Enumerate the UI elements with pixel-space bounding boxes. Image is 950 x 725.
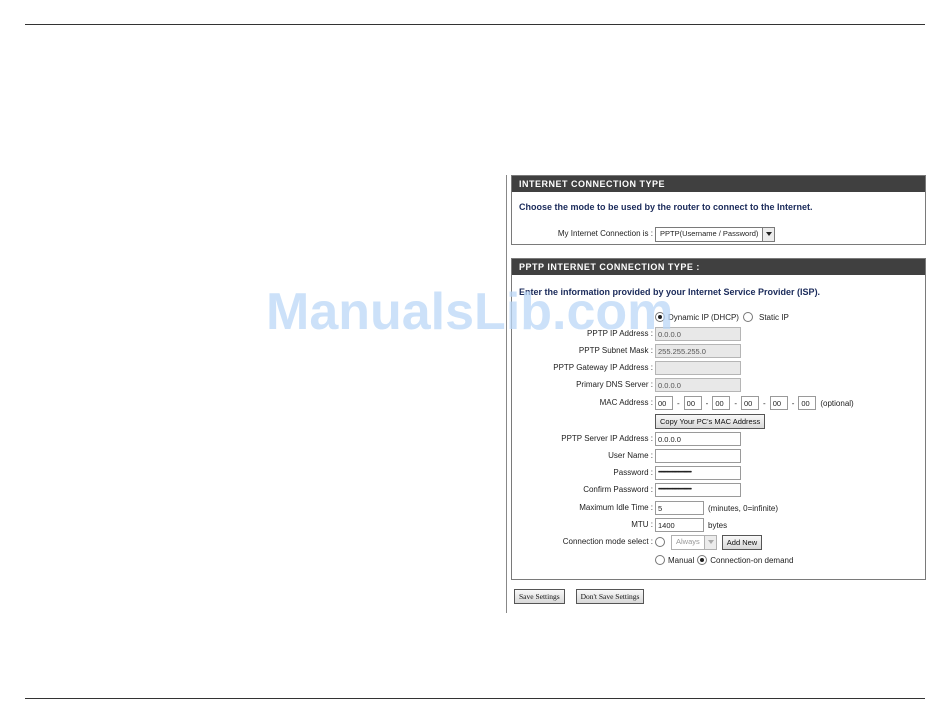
connection-type-select[interactable]: PPTP(Username / Password) <box>655 226 776 242</box>
mac-address-label: MAC Address : <box>599 398 653 407</box>
top-rule <box>25 24 925 25</box>
connection-type-value: PPTP(Username / Password) <box>660 228 759 238</box>
connection-mode-row: Connection mode select : Always Add New <box>512 534 925 550</box>
mtu-label: MTU : <box>631 520 653 529</box>
margin-rule <box>506 175 507 613</box>
dynamic-ip-label: Dynamic IP (DHCP) <box>668 312 739 322</box>
mac-separator: - <box>677 398 680 408</box>
mac-octet-2-input[interactable] <box>683 396 702 410</box>
mtu-row: MTU : bytes <box>512 517 925 533</box>
primary-dns-label: Primary DNS Server : <box>576 380 653 389</box>
static-ip-label: Static IP <box>758 312 789 322</box>
password-label: Password : <box>613 468 653 477</box>
idle-time-unit: (minutes, 0=infinite) <box>708 503 779 513</box>
confirm-password-input[interactable] <box>655 483 741 497</box>
mac-separator: - <box>763 398 766 408</box>
dont-save-settings-button[interactable]: Don't Save Settings <box>575 589 645 604</box>
mac-octet-1-input[interactable] <box>655 396 673 410</box>
mtu-input[interactable] <box>655 518 704 532</box>
add-new-schedule-button[interactable]: Add New <box>721 534 763 550</box>
idle-time-label: Maximum Idle Time : <box>579 503 653 512</box>
mtu-unit: bytes <box>708 520 728 530</box>
pptp-server-label: PPTP Server IP Address : <box>561 434 653 443</box>
pptp-ip-row: PPTP IP Address : <box>512 326 925 342</box>
username-label: User Name : <box>608 451 653 460</box>
schedule-select[interactable]: Always <box>671 534 717 550</box>
pptp-ip-label: PPTP IP Address : <box>587 329 653 338</box>
username-input[interactable] <box>655 449 741 463</box>
mac-octet-3-input[interactable] <box>712 396 731 410</box>
pptp-subnet-input[interactable] <box>655 344 741 358</box>
internet-connection-type-intro: Choose the mode to be used by the router… <box>519 202 813 212</box>
confirm-password-label: Confirm Password : <box>583 485 653 494</box>
username-row: User Name : <box>512 448 925 464</box>
address-mode-row: Dynamic IP (DHCP) Static IP <box>512 309 925 325</box>
mac-optional-note: (optional) <box>820 398 854 408</box>
pptp-gateway-row: PPTP Gateway IP Address : <box>512 360 925 376</box>
mac-separator: - <box>705 398 709 408</box>
connection-mode-label: Connection mode select : <box>562 537 653 546</box>
password-input[interactable] <box>655 466 741 480</box>
static-ip-radio[interactable] <box>742 312 753 322</box>
pptp-connection-intro: Enter the information provided by your I… <box>519 287 821 297</box>
internet-connection-type-header: INTERNET CONNECTION TYPE <box>512 176 925 192</box>
pptp-gateway-label: PPTP Gateway IP Address : <box>553 363 653 372</box>
pptp-gateway-input[interactable] <box>655 361 741 375</box>
mac-separator: - <box>791 398 795 408</box>
primary-dns-input[interactable] <box>655 378 741 392</box>
pptp-server-input[interactable] <box>655 432 741 446</box>
pptp-subnet-label: PPTP Subnet Mask : <box>578 346 653 355</box>
pptp-connection-header: PPTP INTERNET CONNECTION TYPE : <box>512 259 925 275</box>
manual-label: Manual <box>668 555 695 565</box>
form-actions: Save Settings Don't Save Settings <box>514 589 645 604</box>
copy-mac-button[interactable]: Copy Your PC's MAC Address <box>655 413 766 429</box>
mac-address-row: MAC Address : - - - - - (optional) <box>512 395 925 411</box>
confirm-password-row: Confirm Password : <box>512 482 925 498</box>
copy-mac-row: Copy Your PC's MAC Address <box>512 413 925 429</box>
manual-radio[interactable] <box>655 555 665 565</box>
mac-octet-5-input[interactable] <box>769 396 788 410</box>
primary-dns-row: Primary DNS Server : <box>512 377 925 393</box>
idle-time-input[interactable] <box>655 501 704 515</box>
pptp-connection-panel: PPTP INTERNET CONNECTION TYPE : Enter th… <box>511 258 926 580</box>
internet-connection-type-panel: INTERNET CONNECTION TYPE Choose the mode… <box>511 175 926 245</box>
chevron-down-icon[interactable] <box>703 535 716 549</box>
bottom-rule <box>25 698 925 699</box>
mac-octet-4-input[interactable] <box>741 396 760 410</box>
schedule-value: Always <box>676 536 700 546</box>
on-demand-label: Connection-on demand <box>710 555 794 565</box>
pptp-subnet-row: PPTP Subnet Mask : <box>512 343 925 359</box>
chevron-down-icon[interactable] <box>762 227 775 241</box>
schedule-radio[interactable] <box>655 537 665 547</box>
on-demand-radio[interactable] <box>697 555 708 565</box>
save-settings-button[interactable]: Save Settings <box>514 589 565 604</box>
connection-mode-options-row: Manual Connection-on demand <box>512 552 925 568</box>
password-row: Password : <box>512 465 925 481</box>
mac-separator: - <box>734 398 738 408</box>
pptp-ip-input[interactable] <box>655 327 741 341</box>
pptp-server-row: PPTP Server IP Address : <box>512 431 925 447</box>
mac-octet-6-input[interactable] <box>798 396 817 410</box>
connection-type-label: My Internet Connection is : <box>557 229 653 238</box>
dynamic-ip-radio[interactable] <box>655 312 665 322</box>
idle-time-row: Maximum Idle Time : (minutes, 0=infinite… <box>512 500 925 516</box>
connection-type-row: My Internet Connection is : PPTP(Usernam… <box>512 226 925 242</box>
